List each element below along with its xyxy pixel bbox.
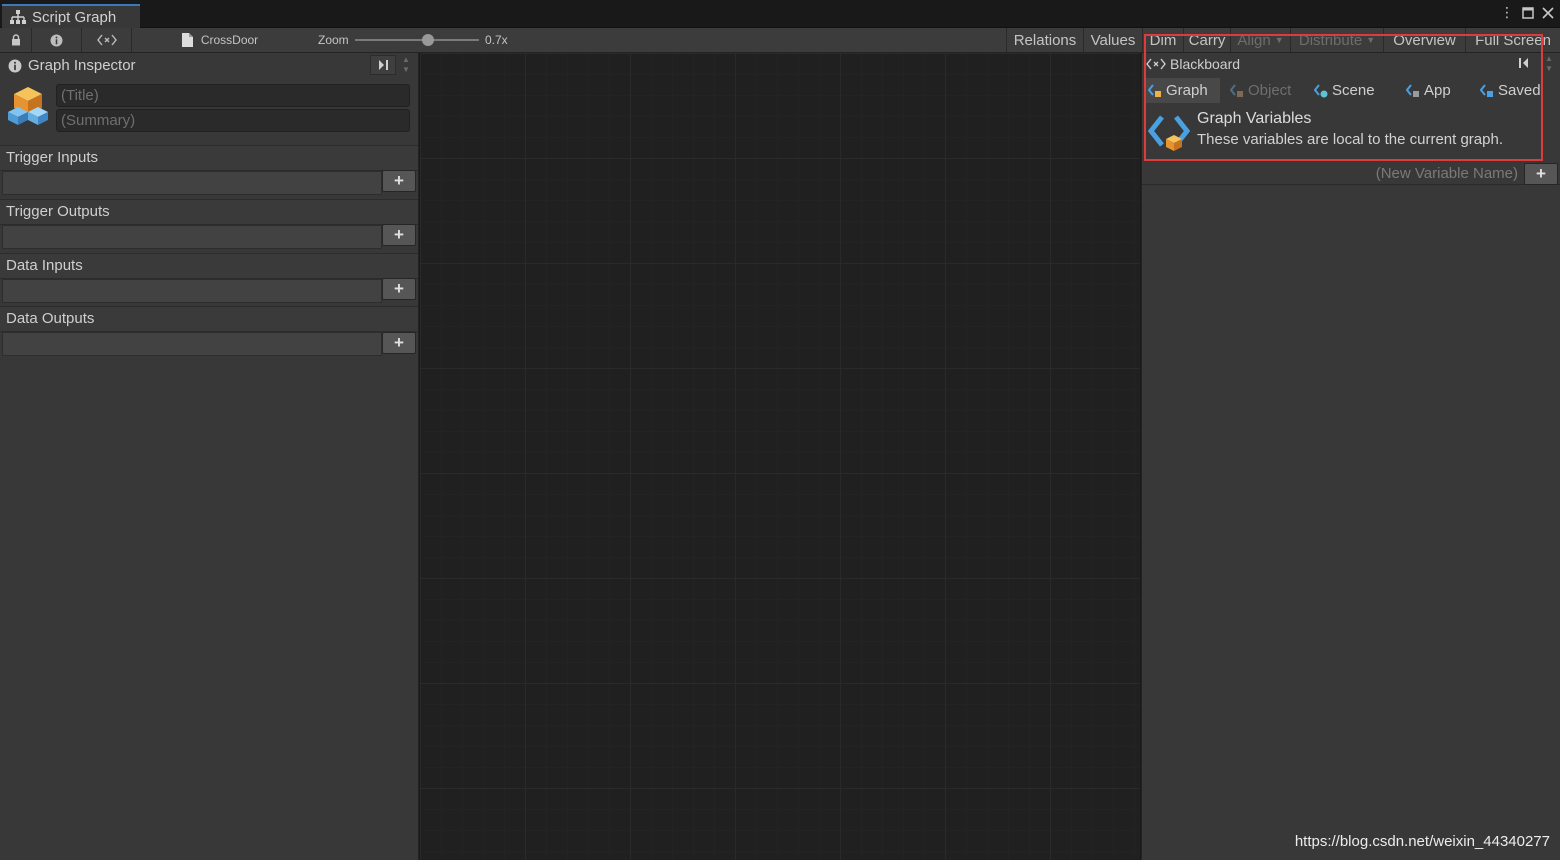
blackboard-panel: Blackboard ▲ ▼ Graph Object Scene App Sav… <box>1141 53 1560 860</box>
add-trigger-input-button[interactable]: + <box>382 170 416 192</box>
window-tab-strip: Script Graph ⋮ <box>0 0 1560 28</box>
close-icon[interactable] <box>1542 6 1554 19</box>
graph-asset-label: CrossDoor <box>132 28 308 52</box>
trigger-outputs-list <box>2 225 382 249</box>
add-data-input-button[interactable]: + <box>382 278 416 300</box>
trigger-inputs-header: Trigger Inputs <box>0 145 418 171</box>
data-outputs-list <box>2 332 382 356</box>
summary-field[interactable]: (Summary) <box>56 109 410 132</box>
hierarchy-icon <box>10 10 26 24</box>
more-options-icon[interactable]: ⋮ <box>1500 4 1514 21</box>
relations-button[interactable]: Relations <box>1007 28 1084 52</box>
new-variable-name-input[interactable]: (New Variable Name) <box>1292 163 1522 184</box>
tab-title: Script Graph <box>32 8 117 26</box>
lock-icon <box>11 34 20 46</box>
data-outputs-header: Data Outputs <box>0 306 418 332</box>
title-field[interactable]: (Title) <box>56 84 410 107</box>
highlight-box <box>1144 34 1543 161</box>
zoom-value: 0.7x <box>485 33 508 47</box>
variables-icon <box>96 34 117 46</box>
zoom-slider-thumb[interactable] <box>422 34 434 46</box>
add-data-output-button[interactable]: + <box>382 332 416 354</box>
zoom-slider[interactable] <box>355 39 479 41</box>
tab-script-graph[interactable]: Script Graph <box>2 4 140 28</box>
watermark-text: https://blog.csdn.net/weixin_44340277 <box>1294 833 1550 850</box>
inspector-toggle-button[interactable] <box>32 28 82 52</box>
graph-canvas[interactable] <box>420 53 1140 860</box>
add-variable-button[interactable]: + <box>1524 163 1558 185</box>
values-button[interactable]: Values <box>1084 28 1143 52</box>
info-icon <box>8 59 22 72</box>
trigger-inputs-list <box>2 171 382 195</box>
scroll-arrows-icon[interactable]: ▲ ▼ <box>402 55 410 75</box>
new-variable-row: (New Variable Name) + <box>1142 163 1560 185</box>
lock-button[interactable] <box>0 28 32 52</box>
zoom-label: Zoom <box>318 33 349 47</box>
graph-name: CrossDoor <box>200 33 259 47</box>
inspector-header: Graph Inspector <box>8 57 136 74</box>
graph-cubes-icon <box>8 87 48 125</box>
dock-right-icon <box>379 60 388 70</box>
inspector-title: Graph Inspector <box>28 57 136 74</box>
trigger-outputs-header: Trigger Outputs <box>0 199 418 225</box>
add-trigger-output-button[interactable]: + <box>382 224 416 246</box>
graph-inspector-panel: Graph Inspector ▲ ▼ (Title) (Summary) Tri… <box>0 53 419 860</box>
blackboard-toggle-button[interactable] <box>82 28 132 52</box>
scroll-arrows-icon[interactable]: ▲ ▼ <box>1545 54 1553 74</box>
data-inputs-list <box>2 279 382 303</box>
info-icon <box>50 34 63 46</box>
maximize-icon[interactable] <box>1522 6 1534 19</box>
file-icon <box>181 33 193 47</box>
collapse-inspector-button[interactable] <box>370 55 396 75</box>
window-controls: ⋮ <box>1500 4 1554 21</box>
data-inputs-header: Data Inputs <box>0 253 418 279</box>
